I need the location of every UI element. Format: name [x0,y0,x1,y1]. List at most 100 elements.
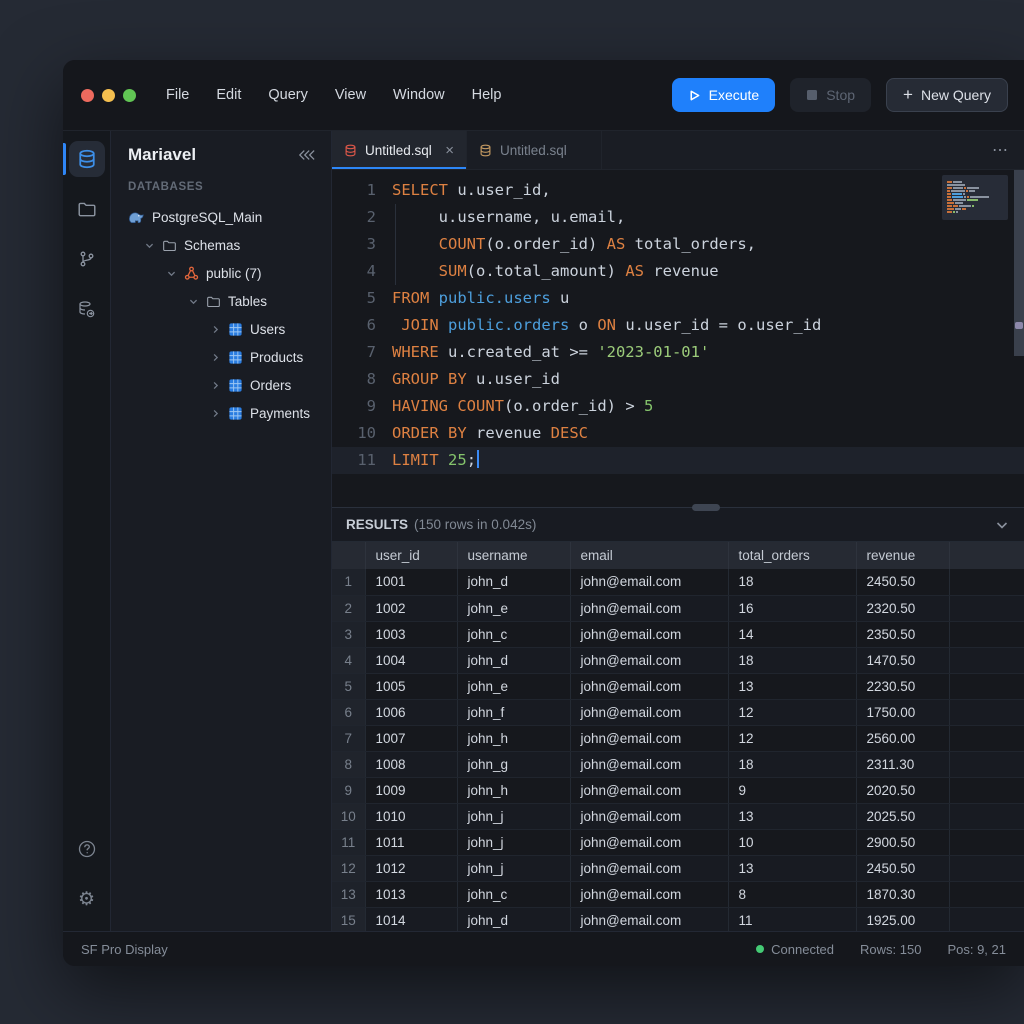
cell[interactable]: 2450.50 [856,569,949,595]
table-row[interactable]: 131013john_cjohn@email.com81870.30 [332,881,1024,907]
collapse-results-icon[interactable] [994,517,1010,533]
rail-item-files[interactable] [69,191,105,227]
cell[interactable]: 13 [728,803,856,829]
tab-2-untitled-sql[interactable]: Untitled.sql [467,131,602,169]
table-row[interactable]: 71007john_hjohn@email.com122560.00 [332,725,1024,751]
cell[interactable]: 1006 [365,699,457,725]
cell[interactable]: 1004 [365,647,457,673]
table-row[interactable]: 121012john_jjohn@email.com132450.50 [332,855,1024,881]
table-row[interactable]: 81008john_gjohn@email.com182311.30 [332,751,1024,777]
table-row[interactable]: 31003john_cjohn@email.com142350.50 [332,621,1024,647]
cell[interactable]: 2560.00 [856,725,949,751]
cell[interactable]: john@email.com [570,751,728,777]
rail-item-source-control[interactable] [69,241,105,277]
cell[interactable]: john@email.com [570,595,728,621]
table-row[interactable]: 11001john_djohn@email.com182450.50 [332,569,1024,595]
collapse-sidebar-icon[interactable] [298,148,315,162]
rail-item-help[interactable] [69,831,105,867]
traffic-light-close[interactable] [81,89,94,102]
chevron-right-icon[interactable] [209,324,221,335]
cell[interactable]: 1470.50 [856,647,949,673]
menu-help[interactable]: Help [472,87,502,103]
cell[interactable]: john_h [457,725,570,751]
column-header-revenue[interactable]: revenue [856,542,949,569]
menu-view[interactable]: View [335,87,366,103]
code-line-4[interactable]: 4 SUM(o.total_amount) AS revenue [332,258,1024,285]
code-line-2[interactable]: 2 u.username, u.email, [332,204,1024,231]
cell[interactable]: john_c [457,621,570,647]
column-header-email[interactable]: email [570,542,728,569]
tab-1-untitled-sql[interactable]: Untitled.sql× [332,131,467,169]
scroll-thumb[interactable] [1015,322,1023,329]
cell[interactable]: 2025.50 [856,803,949,829]
execute-button[interactable]: Execute [672,78,776,112]
cell[interactable]: 1008 [365,751,457,777]
cell[interactable]: 12 [728,699,856,725]
code-line-7[interactable]: 7WHERE u.created_at >= '2023-01-01' [332,339,1024,366]
rail-item-databases[interactable] [69,141,105,177]
sql-editor[interactable]: 1SELECT u.user_id,2 u.username, u.email,… [332,170,1024,507]
cell[interactable]: john_f [457,699,570,725]
cell[interactable]: john@email.com [570,907,728,931]
cell[interactable]: john@email.com [570,777,728,803]
code-line-1[interactable]: 1SELECT u.user_id, [332,177,1024,204]
cell[interactable]: john@email.com [570,673,728,699]
menu-window[interactable]: Window [393,87,445,103]
cell[interactable]: 2350.50 [856,621,949,647]
cell[interactable]: john@email.com [570,881,728,907]
cell[interactable]: 18 [728,751,856,777]
sidebar-item-orders[interactable]: Orders [111,371,331,399]
sidebar-item-tables[interactable]: Tables [111,287,331,315]
cell[interactable]: john_j [457,803,570,829]
cell[interactable]: john@email.com [570,647,728,673]
cell[interactable]: 8 [728,881,856,907]
chevron-down-icon[interactable] [165,268,177,279]
cell[interactable]: 2450.50 [856,855,949,881]
cell[interactable]: 2900.50 [856,829,949,855]
table-row[interactable]: 61006john_fjohn@email.com121750.00 [332,699,1024,725]
rail-item-settings[interactable]: ⚙ [69,881,105,917]
cell[interactable]: 1005 [365,673,457,699]
cell[interactable]: 13 [728,673,856,699]
table-row[interactable]: 41004john_djohn@email.com181470.50 [332,647,1024,673]
cell[interactable]: 18 [728,647,856,673]
cell[interactable]: 1009 [365,777,457,803]
cell[interactable]: 1013 [365,881,457,907]
rail-item-export[interactable] [69,291,105,327]
cell[interactable]: 10 [728,829,856,855]
cell[interactable]: john@email.com [570,569,728,595]
cell[interactable]: 12 [728,725,856,751]
cell[interactable]: 1870.30 [856,881,949,907]
traffic-light-minimize[interactable] [102,89,115,102]
cell[interactable]: john_j [457,855,570,881]
menu-query[interactable]: Query [268,87,308,103]
sidebar-item-payments[interactable]: Payments [111,399,331,427]
new-query-button[interactable]: + New Query [886,78,1008,112]
code-line-5[interactable]: 5FROM public.users u [332,285,1024,312]
column-header-user_id[interactable]: user_id [365,542,457,569]
cell[interactable]: 1012 [365,855,457,881]
cell[interactable]: john@email.com [570,855,728,881]
cell[interactable]: 13 [728,855,856,881]
traffic-light-zoom[interactable] [123,89,136,102]
table-row[interactable]: 151014john_djohn@email.com111925.00 [332,907,1024,931]
cell[interactable]: 18 [728,569,856,595]
code-line-3[interactable]: 3 COUNT(o.order_id) AS total_orders, [332,231,1024,258]
code-line-9[interactable]: 9HAVING COUNT(o.order_id) > 5 [332,393,1024,420]
column-header-username[interactable]: username [457,542,570,569]
cell[interactable]: john_c [457,881,570,907]
minimap[interactable] [942,175,1008,220]
cell[interactable]: 2320.50 [856,595,949,621]
code-line-11[interactable]: 11LIMIT 25; [332,447,1024,474]
cell[interactable]: john_g [457,751,570,777]
cell[interactable]: john_j [457,829,570,855]
cell[interactable]: john@email.com [570,829,728,855]
chevron-down-icon[interactable] [143,240,155,251]
chevron-right-icon[interactable] [209,352,221,363]
cell[interactable]: john@email.com [570,803,728,829]
sidebar-item-postgresql-main[interactable]: PostgreSQL_Main [111,203,331,231]
cell[interactable]: 2020.50 [856,777,949,803]
cell[interactable]: 1002 [365,595,457,621]
chevron-down-icon[interactable] [187,296,199,307]
cell[interactable]: 16 [728,595,856,621]
